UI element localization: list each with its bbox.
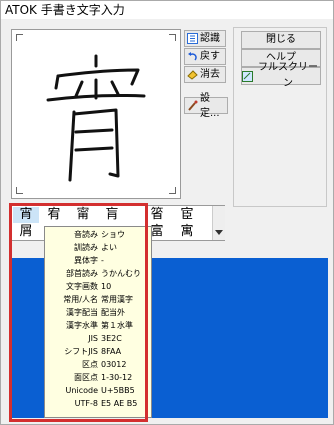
candidate-char[interactable]: 寓 (174, 224, 200, 240)
canvas-corner-mark (16, 187, 23, 194)
candidate-char[interactable]: 宦 (174, 207, 200, 223)
fullscreen-icon (242, 70, 253, 82)
recognize-label: 認識 (200, 33, 220, 44)
window-title: ATOK 手書き文字入力 (1, 1, 333, 19)
undo-arrow-icon (187, 51, 198, 62)
settings-button[interactable]: 設定... (184, 93, 228, 119)
undo-label: 戻す (200, 51, 220, 62)
eraser-icon (187, 69, 198, 80)
canvas-corner-mark (169, 34, 176, 41)
erase-button[interactable]: 消去 (184, 66, 226, 83)
settings-label: 設定... (200, 92, 220, 119)
fullscreen-label: フルスクリーン (258, 62, 318, 89)
handwritten-stroke (46, 54, 146, 182)
recognize-icon (187, 33, 198, 44)
erase-label: 消去 (200, 69, 220, 80)
chevron-down-icon[interactable] (215, 230, 223, 235)
highlight-box (9, 203, 148, 422)
canvas-corner-mark (169, 187, 176, 194)
recognize-button[interactable]: 認識 (184, 30, 226, 47)
undo-button[interactable]: 戻す (184, 48, 226, 65)
handwriting-canvas[interactable] (11, 29, 181, 199)
candidate-scrollbar[interactable] (212, 206, 225, 240)
fullscreen-button[interactable]: フルスクリーン (241, 62, 321, 89)
canvas-corner-mark (16, 34, 23, 41)
brush-icon (187, 100, 198, 111)
close-button[interactable]: 閉じる (241, 31, 321, 49)
